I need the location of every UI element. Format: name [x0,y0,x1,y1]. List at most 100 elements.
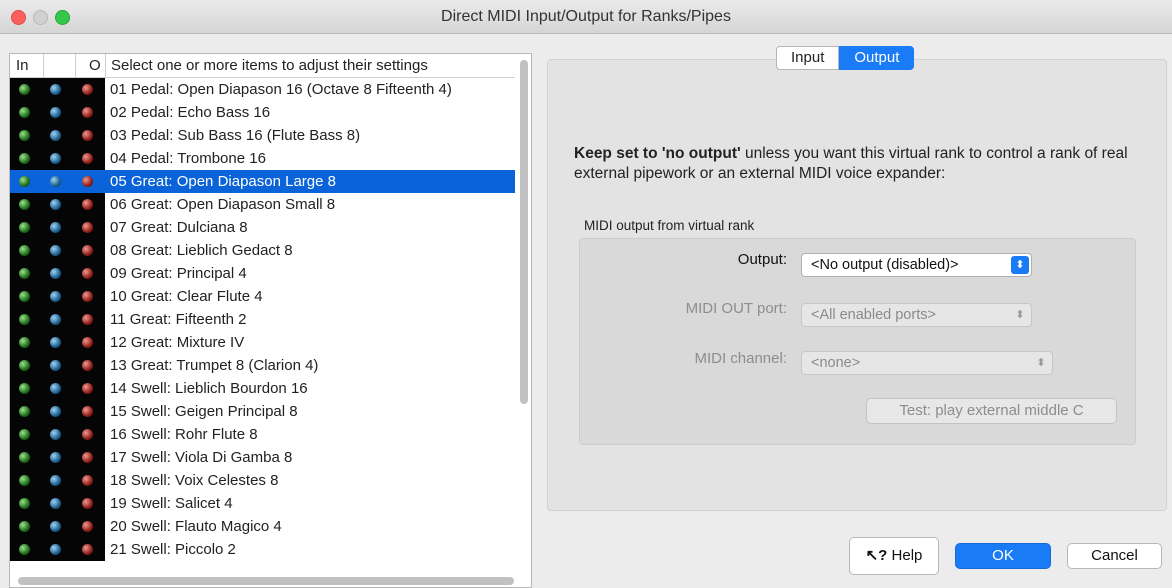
rank-list[interactable]: In O Select one or more items to adjust … [9,53,532,588]
output-led-icon [82,84,93,95]
output-led-icon [82,153,93,164]
horizontal-scrollbar[interactable] [10,573,515,587]
column-divider [105,54,106,77]
rank-row[interactable]: 10 Great: Clear Flute 4 [10,285,515,308]
rank-row-label: 11 Great: Fifteenth 2 [110,311,247,328]
ok-button[interactable]: OK [955,543,1051,569]
rank-row[interactable]: 20 Swell: Flauto Magico 4 [10,515,515,538]
midi-led-icon [50,383,61,394]
output-led-icon [82,429,93,440]
rank-row[interactable]: 07 Great: Dulciana 8 [10,216,515,239]
status-indicators [10,400,105,423]
output-led-icon [82,268,93,279]
rank-row[interactable]: 21 Swell: Piccolo 2 [10,538,515,561]
column-divider [75,54,76,77]
input-led-icon [19,498,30,509]
rank-row[interactable]: 12 Great: Mixture IV [10,331,515,354]
midi-out-port-label: MIDI OUT port: [685,300,787,317]
rank-row-label: 14 Swell: Lieblich Bourdon 16 [110,380,308,397]
output-select[interactable]: <No output (disabled)> ⬍ [801,253,1032,277]
rank-row[interactable]: 16 Swell: Rohr Flute 8 [10,423,515,446]
rank-row-label: 12 Great: Mixture IV [110,334,245,351]
updown-chevron-icon: ⬍ [1036,357,1046,369]
rank-row-label: 02 Pedal: Echo Bass 16 [110,104,271,121]
rank-row[interactable]: 08 Great: Lieblich Gedact 8 [10,239,515,262]
output-led-icon [82,107,93,118]
vertical-scroll-thumb[interactable] [520,60,528,404]
midi-out-port-select[interactable]: <All enabled ports> ⬍ [801,303,1032,327]
output-led-icon [82,337,93,348]
tab-output[interactable]: Output [839,46,915,70]
input-led-icon [19,383,30,394]
cancel-button[interactable]: Cancel [1067,543,1162,569]
horizontal-scroll-thumb[interactable] [18,577,514,585]
rank-row-label: 04 Pedal: Trombone 16 [110,150,266,167]
status-indicators [10,308,105,331]
input-led-icon [19,429,30,440]
midi-led-icon [50,107,61,118]
output-led-icon [82,314,93,325]
status-indicators [10,331,105,354]
warning-keep-set: Keep set to 'no output' [574,145,741,162]
rank-row[interactable]: 03 Pedal: Sub Bass 16 (Flute Bass 8) [10,124,515,147]
midi-led-icon [50,130,61,141]
midi-led-icon [50,314,61,325]
output-led-icon [82,360,93,371]
midi-led-icon [50,176,61,187]
midi-led-icon [50,199,61,210]
rank-row-label: 15 Swell: Geigen Principal 8 [110,403,298,420]
rank-row[interactable]: 13 Great: Trumpet 8 (Clarion 4) [10,354,515,377]
midi-channel-select[interactable]: <none> ⬍ [801,351,1053,375]
rank-row[interactable]: 05 Great: Open Diapason Large 8 [10,170,515,193]
rank-row-label: 01 Pedal: Open Diapason 16 (Octave 8 Fif… [110,81,452,98]
rank-row[interactable]: 15 Swell: Geigen Principal 8 [10,400,515,423]
input-led-icon [19,130,30,141]
column-header-in[interactable]: In [16,57,29,74]
help-button[interactable]: ↖? Help [849,537,939,575]
output-select-value: <No output (disabled)> [811,257,959,273]
status-indicators [10,78,105,101]
status-indicators [10,423,105,446]
io-tab-bar: Input Output [776,46,915,70]
status-indicators [10,193,105,216]
rank-row[interactable]: 01 Pedal: Open Diapason 16 (Octave 8 Fif… [10,78,515,101]
rank-row[interactable]: 02 Pedal: Echo Bass 16 [10,101,515,124]
input-led-icon [19,153,30,164]
input-led-icon [19,84,30,95]
column-header-description[interactable]: Select one or more items to adjust their… [111,57,428,74]
vertical-scrollbar[interactable] [518,56,530,586]
midi-led-icon [50,84,61,95]
rank-row[interactable]: 06 Great: Open Diapason Small 8 [10,193,515,216]
rank-row[interactable]: 18 Swell: Voix Celestes 8 [10,469,515,492]
midi-led-icon [50,406,61,417]
midi-led-icon [50,498,61,509]
rank-row[interactable]: 19 Swell: Salicet 4 [10,492,515,515]
rank-row[interactable]: 09 Great: Principal 4 [10,262,515,285]
group-title: MIDI output from virtual rank [584,218,755,233]
output-led-icon [82,245,93,256]
midi-led-icon [50,544,61,555]
input-led-icon [19,107,30,118]
output-label: Output: [737,251,787,268]
column-header-o[interactable]: O [89,57,101,74]
help-cursor-icon: ↖? [865,547,888,564]
status-indicators [10,354,105,377]
output-led-icon [82,521,93,532]
rank-row[interactable]: 11 Great: Fifteenth 2 [10,308,515,331]
midi-led-icon [50,521,61,532]
rank-row[interactable]: 14 Swell: Lieblich Bourdon 16 [10,377,515,400]
test-middle-c-button[interactable]: Test: play external middle C [866,398,1117,424]
midi-led-icon [50,222,61,233]
status-indicators [10,446,105,469]
status-indicators [10,538,105,561]
rank-row[interactable]: 17 Swell: Viola Di Gamba 8 [10,446,515,469]
midi-channel-value: <none> [811,355,861,371]
rank-row[interactable]: 04 Pedal: Trombone 16 [10,147,515,170]
midi-led-icon [50,452,61,463]
status-indicators [10,170,105,193]
tab-input[interactable]: Input [776,46,840,70]
output-led-icon [82,498,93,509]
updown-chevron-icon: ⬍ [1011,256,1029,274]
status-indicators [10,216,105,239]
rank-row-label: 18 Swell: Voix Celestes 8 [110,472,279,489]
